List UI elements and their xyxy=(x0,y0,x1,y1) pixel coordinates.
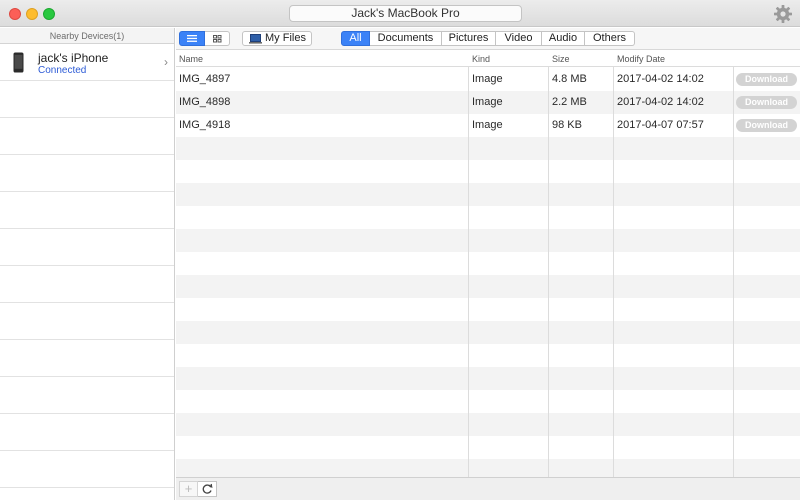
filter-documents-tab[interactable]: Documents xyxy=(370,31,442,46)
column-header-date[interactable]: Modify Date xyxy=(614,51,665,67)
table-header: Name Kind Size Modify Date xyxy=(176,51,800,67)
sidebar-empty-row xyxy=(0,414,174,451)
sidebar-header: Nearby Devices(1) xyxy=(0,28,174,44)
empty-row xyxy=(176,436,800,459)
minimize-window-button[interactable] xyxy=(26,8,38,20)
empty-row xyxy=(176,298,800,321)
empty-row xyxy=(176,137,800,160)
filter-pictures-tab[interactable]: Pictures xyxy=(442,31,496,46)
empty-row xyxy=(176,390,800,413)
sidebar-empty-row xyxy=(0,229,174,266)
file-name-cell: IMG_4897 xyxy=(179,73,231,85)
refresh-icon xyxy=(202,483,213,494)
column-divider xyxy=(613,51,614,477)
maximize-window-button[interactable] xyxy=(43,8,55,20)
sidebar-empty-row xyxy=(0,303,174,340)
empty-row xyxy=(176,367,800,390)
file-size-cell: 4.8 MB xyxy=(552,73,587,85)
empty-row xyxy=(176,183,800,206)
empty-row xyxy=(176,229,800,252)
sidebar-empty-row xyxy=(0,81,174,118)
empty-row xyxy=(176,321,800,344)
phone-icon xyxy=(13,52,24,73)
empty-row xyxy=(176,275,800,298)
table-row[interactable]: IMG_4897 Image 4.8 MB 2017-04-02 14:02 D… xyxy=(176,68,800,91)
grid-icon xyxy=(213,35,222,43)
laptop-icon xyxy=(249,34,262,44)
table-row[interactable]: IMG_4918 Image 98 KB 2017-04-07 07:57 Do… xyxy=(176,114,800,137)
column-divider xyxy=(733,51,734,477)
window-title: Jack's MacBook Pro xyxy=(289,5,522,22)
app-window: Jack's MacBook Pro Nearby Devices(1) jac… xyxy=(0,0,800,500)
file-size-cell: 2.2 MB xyxy=(552,96,587,108)
grid-view-button[interactable] xyxy=(205,31,230,46)
sidebar-empty-row xyxy=(0,118,174,155)
title-bar: Jack's MacBook Pro xyxy=(0,0,800,27)
device-status: Connected xyxy=(38,65,87,76)
filter-all-tab[interactable]: All xyxy=(341,31,370,46)
sidebar-empty-row xyxy=(0,192,174,229)
empty-row xyxy=(176,413,800,436)
file-name-cell: IMG_4918 xyxy=(179,119,231,131)
bottom-bar: + xyxy=(176,477,800,500)
column-divider xyxy=(548,51,549,477)
column-divider xyxy=(468,51,469,477)
file-name-cell: IMG_4898 xyxy=(179,96,231,108)
file-kind-cell: Image xyxy=(472,96,503,108)
list-icon xyxy=(187,35,197,42)
close-window-button[interactable] xyxy=(9,8,21,20)
column-header-kind[interactable]: Kind xyxy=(469,51,490,67)
download-button[interactable]: Download xyxy=(736,73,797,86)
sidebar-empty-row xyxy=(0,451,174,488)
table-row[interactable]: IMG_4898 Image 2.2 MB 2017-04-02 14:02 D… xyxy=(176,91,800,114)
table-body: IMG_4897 Image 4.8 MB 2017-04-02 14:02 D… xyxy=(176,68,800,477)
my-files-label: My Files xyxy=(265,32,306,44)
sidebar-empty-row xyxy=(0,377,174,414)
sidebar-empty-row xyxy=(0,340,174,377)
file-date-cell: 2017-04-02 14:02 xyxy=(617,96,704,108)
file-table: IMG_4897 Image 4.8 MB 2017-04-02 14:02 D… xyxy=(176,51,800,477)
download-button[interactable]: Download xyxy=(736,96,797,109)
download-button[interactable]: Download xyxy=(736,119,797,132)
refresh-button[interactable] xyxy=(198,481,217,497)
device-row[interactable]: jack's iPhone Connected › xyxy=(0,44,174,81)
my-files-button[interactable]: My Files xyxy=(242,31,312,46)
column-header-size[interactable]: Size xyxy=(549,51,570,67)
file-date-cell: 2017-04-02 14:02 xyxy=(617,73,704,85)
column-header-name[interactable]: Name xyxy=(176,51,203,67)
plus-icon: + xyxy=(184,481,193,496)
toolbar: My Files All Documents Pictures Video Au… xyxy=(176,28,800,50)
file-kind-cell: Image xyxy=(472,73,503,85)
file-size-cell: 98 KB xyxy=(552,119,582,131)
filter-others-tab[interactable]: Others xyxy=(585,31,635,46)
sidebar-empty-row xyxy=(0,266,174,303)
file-kind-cell: Image xyxy=(472,119,503,131)
gear-icon[interactable] xyxy=(773,4,793,24)
list-view-button[interactable] xyxy=(179,31,205,46)
device-name: jack's iPhone xyxy=(38,51,109,65)
empty-row xyxy=(176,160,800,183)
sidebar-empty-row xyxy=(0,155,174,192)
chevron-right-icon: › xyxy=(164,55,168,69)
filter-video-tab[interactable]: Video xyxy=(496,31,542,46)
sidebar: Nearby Devices(1) jack's iPhone Connecte… xyxy=(0,28,175,500)
empty-row xyxy=(176,459,800,477)
empty-row xyxy=(176,252,800,275)
empty-row xyxy=(176,206,800,229)
filter-audio-tab[interactable]: Audio xyxy=(542,31,585,46)
empty-row xyxy=(176,344,800,367)
add-button[interactable]: + xyxy=(179,481,198,497)
file-date-cell: 2017-04-07 07:57 xyxy=(617,119,704,131)
